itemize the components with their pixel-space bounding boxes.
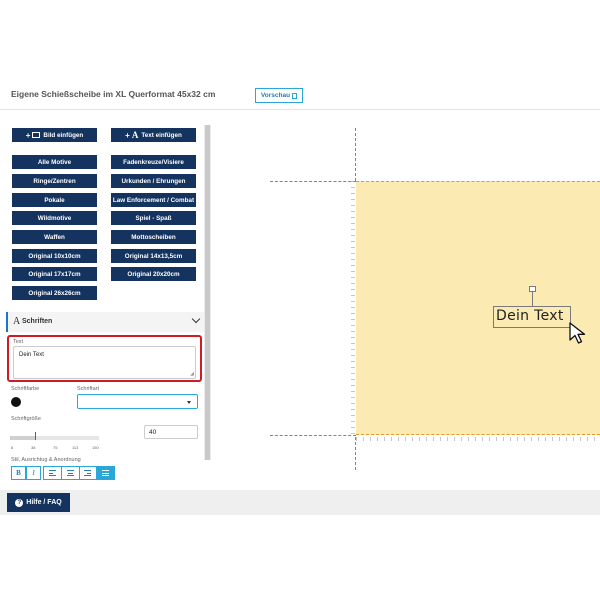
font-size-label: Schriftgröße xyxy=(11,416,41,422)
guide-line-top xyxy=(270,181,356,182)
category-button[interactable]: Original 20x20cm xyxy=(111,267,196,281)
vertical-ruler xyxy=(351,181,355,437)
category-button[interactable]: Spiel - Spaß xyxy=(111,211,196,225)
font-size-input[interactable]: 40 xyxy=(144,425,198,439)
style-label: Stil, Ausrichtug & Anordnung xyxy=(11,457,81,463)
app-root: Eigene Schießscheibe im XL Querformat 45… xyxy=(0,0,600,600)
text-input-value: Dein Text xyxy=(19,352,44,358)
help-faq-label: Hilfe / FAQ xyxy=(26,499,62,506)
font-family-label: Schriftart xyxy=(77,386,100,392)
mouse-cursor-icon xyxy=(569,322,586,344)
slider-tick-label: 150 xyxy=(92,445,99,450)
category-button[interactable]: Wildmotive xyxy=(12,211,97,225)
footer-bar xyxy=(0,490,600,515)
rotate-handle[interactable] xyxy=(529,286,536,292)
text-input-group: Text Dein Text ◢ xyxy=(7,335,202,382)
page-header: Eigene Schießscheibe im XL Querformat 45… xyxy=(0,80,600,110)
category-button[interactable]: Original 17x17cm xyxy=(12,267,97,281)
text-input[interactable]: Dein Text ◢ xyxy=(13,346,196,379)
guide-line-bottom xyxy=(270,435,356,436)
chevron-down-icon xyxy=(191,314,201,324)
preview-button-label: Vorschau xyxy=(260,92,291,99)
canvas-text: Dein Text xyxy=(496,308,564,324)
align-justify-button[interactable] xyxy=(97,467,114,479)
category-button[interactable]: Original 10x10cm xyxy=(12,249,97,263)
italic-button[interactable]: I xyxy=(26,466,41,480)
category-button[interactable]: Original 14x13,5cm xyxy=(111,249,196,263)
font-a-icon: A xyxy=(13,316,21,327)
align-justify-icon xyxy=(102,470,110,476)
align-right-button[interactable] xyxy=(80,467,98,479)
plus-icon: + xyxy=(125,130,130,140)
document-icon xyxy=(292,92,298,99)
guide-line-left-bottom xyxy=(355,437,356,470)
font-size-slider-thumb[interactable] xyxy=(34,432,37,440)
slider-tick-label: 75 xyxy=(53,445,58,450)
category-button[interactable]: Pokale xyxy=(12,193,97,207)
align-left-button[interactable] xyxy=(44,467,62,479)
font-color-label: Schriftfarbe xyxy=(11,386,40,392)
plus-icon: + xyxy=(25,130,31,140)
insert-image-button[interactable]: + Bild einfügen xyxy=(12,128,97,142)
bold-button[interactable]: B xyxy=(11,466,26,480)
slider-tick-label: 38 xyxy=(31,445,36,450)
category-button[interactable]: Mottoscheiben xyxy=(111,230,196,244)
insert-text-label: Text einfügen xyxy=(141,131,182,139)
resize-handle-icon[interactable]: ◢ xyxy=(190,371,194,377)
font-color-swatch[interactable] xyxy=(11,397,21,407)
category-button[interactable]: Urkunden / Ehrungen xyxy=(111,174,196,188)
category-button[interactable]: Original 26x26cm xyxy=(12,286,97,300)
category-button[interactable]: Waffen xyxy=(12,230,97,244)
align-right-icon xyxy=(84,470,92,476)
slider-tick-label: 113 xyxy=(72,445,79,450)
guide-line-left-top xyxy=(355,128,356,181)
category-button[interactable]: Ringe/Zentren xyxy=(12,174,97,188)
help-faq-button[interactable]: ? Hilfe / FAQ xyxy=(7,493,70,512)
text-label: Text xyxy=(13,339,24,345)
fonts-section-title: Schriften xyxy=(22,318,53,325)
font-size-slider[interactable] xyxy=(10,436,99,440)
align-left-icon xyxy=(48,470,56,476)
caret-down-icon xyxy=(187,401,191,404)
panel-scrollbar[interactable] xyxy=(204,125,211,460)
preview-button[interactable]: Vorschau xyxy=(255,88,303,103)
font-size-slider-fill xyxy=(10,436,35,440)
fonts-section-header[interactable]: A Schriften xyxy=(6,312,204,332)
category-button[interactable]: Fadenkreuze/Visiere xyxy=(111,155,196,169)
insert-image-label: Bild einfügen xyxy=(43,131,84,139)
font-family-select[interactable] xyxy=(77,394,198,409)
insert-text-button[interactable]: + A Text einfügen xyxy=(111,128,196,142)
category-button[interactable]: Law Enforcement / Combat xyxy=(111,193,196,207)
panel-scrollbar-thumb[interactable] xyxy=(205,125,210,460)
text-a-icon: A xyxy=(131,130,139,140)
align-center-button[interactable] xyxy=(62,467,80,479)
image-icon xyxy=(32,132,41,138)
question-icon: ? xyxy=(15,498,24,507)
category-button[interactable]: Alle Motive xyxy=(12,155,97,169)
alignment-group xyxy=(43,466,115,480)
rotation-line xyxy=(532,291,533,306)
page-title: Eigene Schießscheibe im XL Querformat 45… xyxy=(11,89,216,99)
horizontal-ruler xyxy=(356,437,600,441)
canvas-text-object[interactable]: Dein Text xyxy=(493,306,571,328)
align-center-icon xyxy=(66,470,74,476)
slider-tick-label: 6 xyxy=(11,445,14,450)
